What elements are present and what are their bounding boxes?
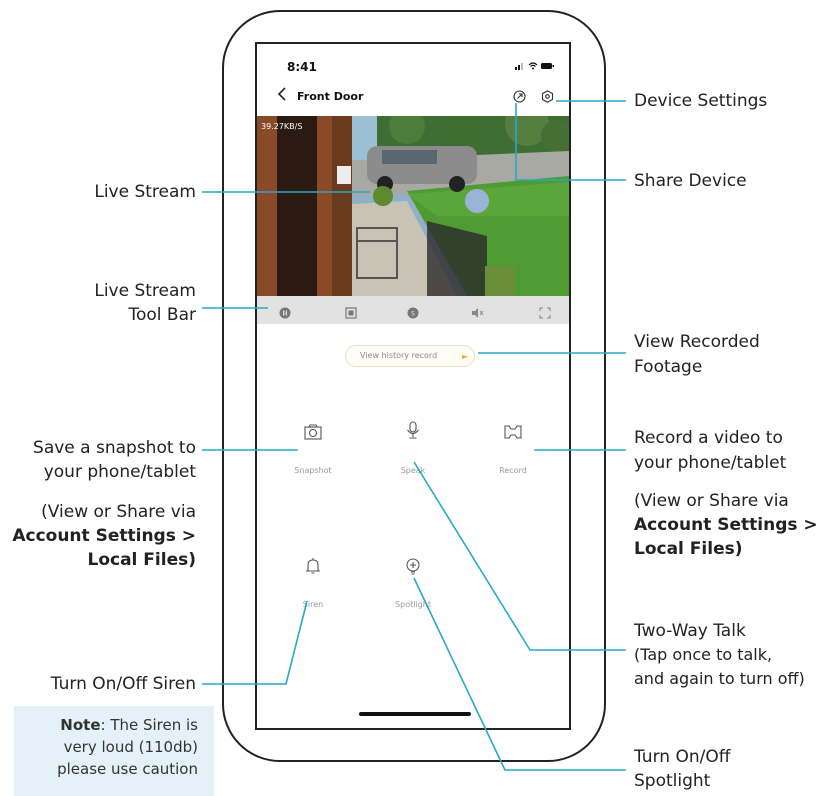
label-toolbar-2: Tool Bar bbox=[128, 305, 197, 325]
label-record-note-1: (View or Share via bbox=[634, 491, 789, 511]
label-toolbar-1: Live Stream bbox=[94, 281, 196, 301]
label-view-recorded-2: Footage bbox=[634, 357, 703, 377]
label-record-1: Record a video to bbox=[634, 428, 783, 448]
siren-caution-note: Note: The Siren is very loud (110db) ple… bbox=[14, 706, 214, 796]
label-record-2: your phone/tablet bbox=[634, 453, 787, 473]
label-snapshot-2: your phone/tablet bbox=[43, 462, 196, 482]
note-line-2: very loud (110db) bbox=[63, 738, 198, 756]
label-view-recorded-1: View Recorded bbox=[634, 332, 760, 352]
note-line-1: : The Siren is bbox=[100, 716, 199, 734]
label-snapshot-note-3: Local Files) bbox=[87, 550, 197, 570]
label-two-way-3: and again to turn off) bbox=[634, 669, 805, 688]
label-spotlight-2: Spotlight bbox=[634, 771, 711, 791]
note-text: Note: The Siren is very loud (110db) ple… bbox=[14, 714, 198, 780]
label-record-note-3: Local Files) bbox=[634, 539, 743, 559]
leader-share-device bbox=[515, 103, 626, 181]
label-live-stream: Live Stream bbox=[94, 182, 196, 202]
label-two-way-2: (Tap once to talk, bbox=[634, 645, 773, 664]
leader-spotlight bbox=[413, 577, 626, 771]
label-share-device: Share Device bbox=[634, 171, 747, 191]
leader-siren bbox=[202, 600, 308, 685]
label-device-settings: Device Settings bbox=[634, 91, 768, 111]
note-line-3: please use caution bbox=[57, 760, 198, 778]
label-snapshot-1: Save a snapshot to bbox=[33, 438, 196, 458]
label-record-note-2: Account Settings > bbox=[634, 515, 818, 535]
label-snapshot-note-1: (View or Share via bbox=[41, 502, 196, 522]
label-snapshot-note-2: Account Settings > bbox=[12, 526, 196, 546]
leader-two-way-talk bbox=[413, 461, 626, 651]
label-spotlight-1: Turn On/Off bbox=[634, 747, 731, 767]
label-two-way-1: Two-Way Talk bbox=[634, 621, 746, 641]
label-siren: Turn On/Off Siren bbox=[50, 674, 196, 694]
note-label: Note bbox=[60, 716, 101, 734]
